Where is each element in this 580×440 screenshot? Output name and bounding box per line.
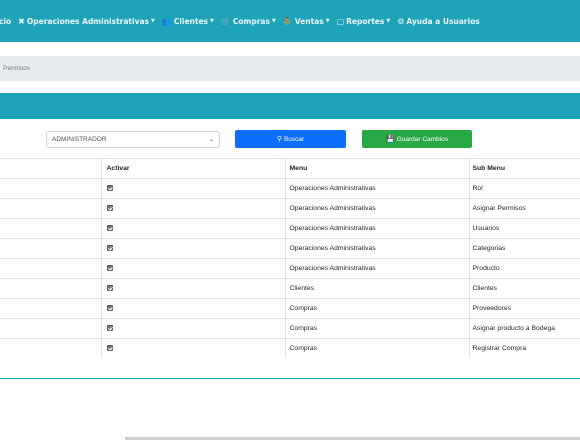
submenu-cell: Categorias (468, 238, 580, 259)
nav-item-reportes[interactable]: ▢ Reportes ▼ (337, 17, 391, 26)
submenu-cell: Registrar Compra (468, 338, 580, 358)
menu-cell: Operaciones Administrativas (284, 238, 469, 259)
caret-down-icon: ▼ (150, 18, 155, 24)
column-header-activar: Activar (100, 158, 285, 179)
nav-item-operaciones[interactable]: ✖ Operaciones Administrativas ▼ (18, 17, 155, 26)
help-icon: ⚙ (397, 16, 405, 26)
nav-reportes-label: Reportes (346, 16, 385, 26)
save-button-label: Guardar Cambios (396, 135, 449, 143)
activar-checkbox[interactable] (106, 324, 113, 331)
column-header-submenu: Sub Menu (468, 158, 580, 179)
table-row: Operaciones Administrativas Usuarios (0, 218, 580, 239)
nav-item-clientes[interactable]: 👥 Clientes ▼ (162, 17, 214, 26)
nav-item-ayuda[interactable]: ⚙ Ayuda a Usuarios (397, 17, 480, 26)
search-button[interactable]: ⚲ Buscar (235, 130, 346, 148)
column-header-menu: Menu (284, 158, 469, 179)
table-row: Operaciones Administrativas Producto (0, 258, 580, 279)
nav-inicio-label: cio (0, 16, 12, 26)
submenu-cell: Producto (468, 258, 580, 279)
nav-ayuda-label: Ayuda a Usuarios (406, 16, 480, 26)
role-select[interactable]: ADMINISTRADOR ⌄ (46, 131, 220, 148)
cart-icon: 🛒 (220, 16, 231, 26)
menu-cell: Compras (284, 318, 469, 339)
table-row: Compras Registrar Compra (0, 338, 580, 358)
table-row: Operaciones Administrativas Rol (0, 178, 580, 199)
table-row: Operaciones Administrativas Asignar Perm… (0, 198, 580, 219)
caret-down-icon: ▼ (325, 18, 330, 24)
menu-cell: Operaciones Administrativas (284, 218, 469, 239)
salesperson-icon: ⛹ (282, 16, 293, 26)
activar-checkbox[interactable] (106, 264, 113, 271)
menu-cell: Operaciones Administrativas (284, 178, 469, 199)
table-row: Compras Asignar producto a Bodega (0, 318, 580, 339)
submenu-cell: Asignar producto a Bodega (468, 318, 580, 339)
report-icon: ▢ (336, 16, 345, 26)
nav-clientes-label: Clientes (173, 16, 209, 26)
users-icon: 👥 (161, 16, 172, 26)
nav-compras-label: Compras (232, 16, 270, 26)
breadcrumb-current: Permisos (3, 65, 31, 72)
chevron-down-icon: ⌄ (208, 137, 214, 143)
card-header (0, 93, 580, 119)
menu-cell: Compras (284, 298, 469, 319)
search-icon: ⚲ (276, 136, 282, 143)
caret-down-icon: ▼ (386, 18, 391, 24)
activar-checkbox[interactable] (106, 224, 113, 231)
activar-checkbox[interactable] (106, 304, 113, 311)
save-icon: 💾 (385, 136, 395, 143)
nav-operaciones-label: Operaciones Administrativas (26, 16, 149, 26)
activar-checkbox[interactable] (106, 344, 113, 351)
activar-checkbox[interactable] (106, 284, 113, 291)
top-navbar: cio ✖ Operaciones Administrativas ▼ 👥 Cl… (0, 0, 580, 42)
caret-down-icon: ▼ (210, 18, 214, 24)
permissions-table: Activar Menu Sub Menu Operaciones Admini… (0, 158, 580, 358)
submenu-cell: Usuarios (468, 218, 580, 239)
menu-cell: Operaciones Administrativas (284, 258, 469, 279)
table-row: Operaciones Administrativas Categorias (0, 238, 580, 259)
search-button-label: Buscar (283, 135, 305, 143)
breadcrumb: Permisos (0, 56, 580, 81)
column-header-blank (0, 158, 101, 179)
table-header-row: Activar Menu Sub Menu (0, 158, 580, 179)
save-button[interactable]: 💾 Guardar Cambios (362, 130, 472, 148)
table-row: Compras Proveedores (0, 298, 580, 319)
nav-ventas-label: Ventas (294, 16, 324, 26)
submenu-cell: Rol (468, 178, 580, 199)
menu-cell: Compras (284, 338, 469, 358)
nav-item-compras[interactable]: 🛒 Compras ▼ (221, 17, 276, 26)
nav-item-inicio[interactable]: cio (0, 17, 11, 26)
nav-item-ventas[interactable]: ⛹ Ventas ▼ (283, 17, 330, 26)
activar-checkbox[interactable] (106, 204, 113, 211)
activar-checkbox[interactable] (106, 244, 113, 251)
activar-checkbox[interactable] (106, 184, 113, 191)
submenu-cell: Proveedores (468, 298, 580, 319)
submenu-cell: Clientes (468, 278, 580, 299)
submenu-cell: Asignar Permisos (468, 198, 580, 219)
tools-icon: ✖ (18, 16, 25, 26)
menu-cell: Operaciones Administrativas (284, 198, 469, 219)
caret-down-icon: ▼ (271, 18, 276, 24)
role-select-value: ADMINISTRADOR (52, 136, 107, 143)
menu-cell: Clientes (284, 278, 469, 299)
table-row: Clientes Clientes (0, 278, 580, 299)
